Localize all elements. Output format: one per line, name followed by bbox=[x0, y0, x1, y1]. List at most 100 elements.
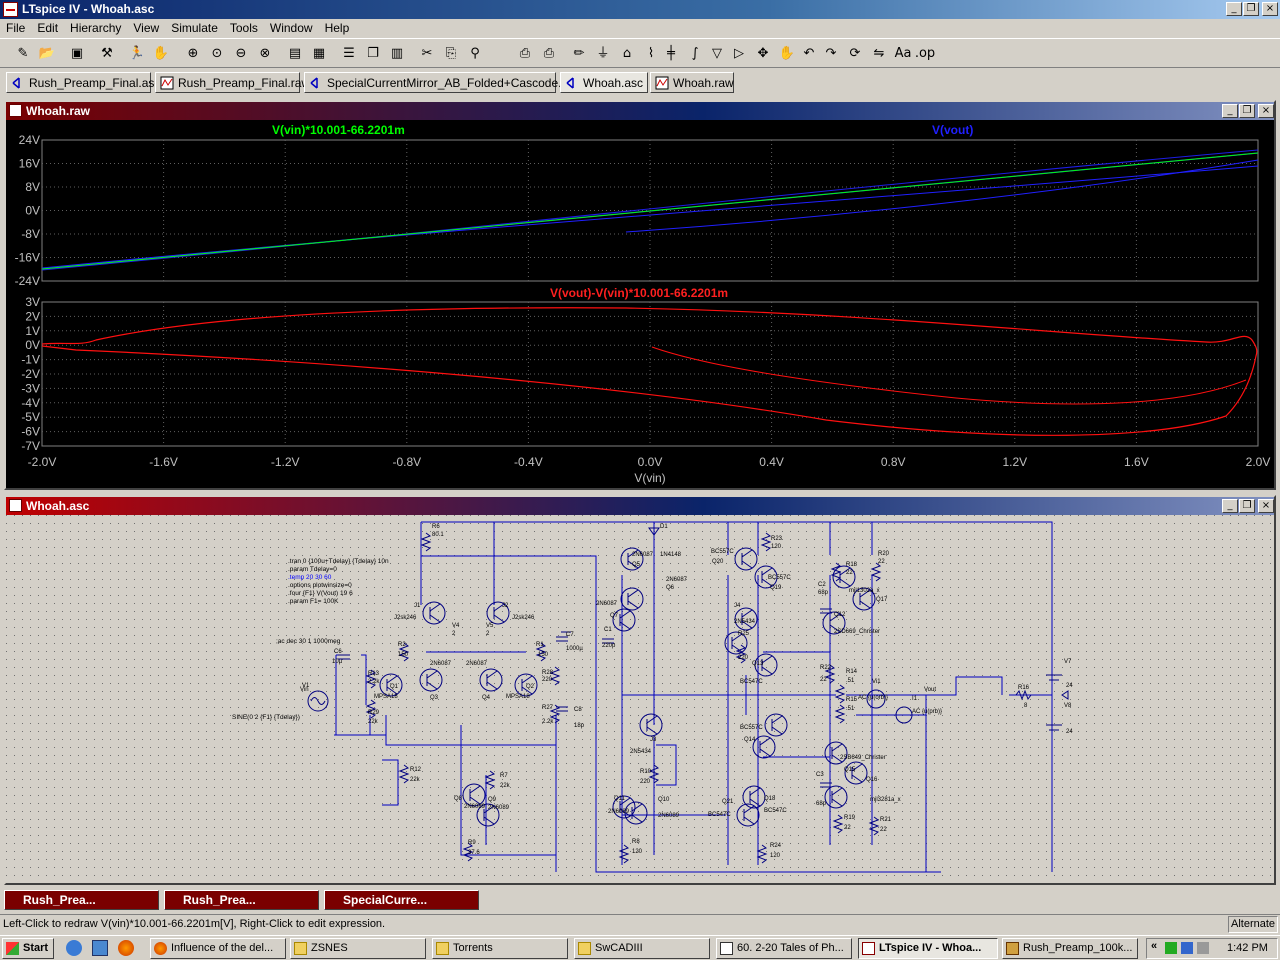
minimized-window[interactable]: Rush_Prea... bbox=[164, 890, 319, 910]
directive-line[interactable]: .four {F1} V(Vout) 19 6 bbox=[288, 590, 353, 597]
component-label[interactable]: Q21 bbox=[722, 799, 734, 805]
component-label[interactable]: 2N6087 bbox=[430, 661, 452, 667]
taskbar-item[interactable]: Influence of the del... bbox=[150, 938, 286, 959]
zoom-in-icon[interactable]: ⊕ bbox=[182, 43, 204, 65]
component-label[interactable]: R28 bbox=[542, 670, 554, 676]
component-label[interactable]: R20 bbox=[878, 551, 890, 557]
component-label[interactable]: R6 bbox=[432, 524, 440, 530]
cascade-icon[interactable]: ❐ bbox=[362, 43, 384, 65]
ie-quicklaunch-icon[interactable] bbox=[66, 940, 82, 956]
save-icon[interactable]: ▣ bbox=[66, 43, 88, 65]
component-label[interactable]: Q14 bbox=[744, 737, 756, 743]
tab-special-current-mirror[interactable]: SpecialCurrentMirror_AB_Folded+Cascode.a… bbox=[304, 72, 580, 93]
component-label[interactable]: 68p bbox=[818, 590, 829, 596]
component-label[interactable]: 22k bbox=[368, 719, 379, 725]
component-label[interactable]: BC557C bbox=[711, 549, 734, 555]
component-label[interactable]: .51 bbox=[846, 706, 855, 712]
component-label[interactable]: BC547C bbox=[740, 679, 763, 685]
taskbar-item[interactable]: 60. 2-20 Tales of Ph... bbox=[716, 938, 852, 959]
component-label[interactable]: 2SB649_Christer bbox=[840, 755, 886, 761]
component-label[interactable]: Vi1 bbox=[872, 679, 881, 685]
schematic-minimize-button[interactable]: _ bbox=[1222, 499, 1238, 513]
waveform-window-title-bar[interactable]: Whoah.raw bbox=[6, 102, 1274, 120]
waveform-restore-button[interactable]: ❐ bbox=[1239, 104, 1255, 118]
desktop-quicklaunch-icon[interactable] bbox=[92, 940, 108, 956]
component-label[interactable]: 2N6087 bbox=[666, 577, 688, 583]
component-label[interactable]: 2N5434 bbox=[734, 619, 756, 625]
component-label[interactable]: 150 bbox=[538, 652, 549, 658]
directive-line[interactable]: .options plotwinsize=0 bbox=[288, 582, 352, 589]
menu-edit[interactable]: Edit bbox=[31, 19, 64, 37]
firefox-quicklaunch-icon[interactable] bbox=[118, 940, 134, 956]
component-label[interactable]: C3 bbox=[816, 772, 824, 778]
schematic-canvas[interactable]: .tran 0 {100u+Tdelay} {Tdelay} 10n .para… bbox=[6, 515, 1274, 883]
label-net-icon[interactable]: ⌂ bbox=[616, 43, 638, 65]
pan-icon[interactable]: ⊙ bbox=[206, 43, 228, 65]
component-label[interactable]: Q17 bbox=[876, 597, 888, 603]
component-label[interactable]: Q3 bbox=[430, 695, 439, 701]
component-label[interactable]: 220 bbox=[738, 655, 749, 661]
component-label[interactable]: 68p bbox=[816, 801, 827, 807]
component-label[interactable]: 150 bbox=[398, 652, 409, 658]
directive-line[interactable]: .temp 20 30 60 bbox=[288, 574, 332, 581]
menu-help[interactable]: Help bbox=[319, 19, 356, 37]
component-label[interactable]: 80.1 bbox=[432, 532, 444, 538]
component-label[interactable]: mjl3281a_x bbox=[870, 797, 901, 803]
component-label[interactable]: 2.2k bbox=[542, 719, 554, 725]
spice-directive-icon[interactable]: .op bbox=[914, 43, 936, 65]
start-button[interactable]: Start bbox=[2, 938, 54, 959]
component-label[interactable]: 22 bbox=[878, 559, 885, 565]
component-label[interactable]: 2SD669_Christer bbox=[834, 629, 880, 635]
control-panel-icon[interactable]: ⚒ bbox=[96, 43, 118, 65]
waveform-minimize-button[interactable]: _ bbox=[1222, 104, 1238, 118]
component-label[interactable]: Q13 bbox=[752, 661, 764, 667]
tab-rush-preamp-raw[interactable]: Rush_Preamp_Final.raw bbox=[155, 72, 310, 93]
component-label[interactable]: Q1 bbox=[390, 684, 399, 690]
component-label[interactable]: 2.2k bbox=[368, 679, 380, 685]
component-label[interactable]: 2N6087 bbox=[466, 661, 488, 667]
component-label[interactable]: V5 bbox=[486, 623, 494, 629]
tab-whoah-raw[interactable]: Whoah.raw bbox=[650, 72, 734, 93]
waveform-plot-area[interactable]: V(vin)*10.001-66.2201m V(vout) 24V 16V 8V 0… bbox=[6, 120, 1274, 488]
component-label[interactable]: 1N4148 bbox=[660, 552, 682, 558]
minimize-button[interactable]: _ bbox=[1226, 2, 1242, 16]
component-label[interactable]: 18p bbox=[574, 723, 585, 729]
component-label[interactable]: R10 bbox=[640, 769, 652, 775]
component-label[interactable]: 120 bbox=[770, 853, 781, 859]
minimized-window[interactable]: SpecialCurre... bbox=[324, 890, 479, 910]
component-label[interactable]: C1 bbox=[604, 627, 612, 633]
component-label[interactable]: 22 bbox=[820, 677, 827, 683]
component-label[interactable]: C6 bbox=[334, 649, 342, 655]
component-label[interactable]: MPSA18 bbox=[506, 694, 530, 700]
component-label[interactable]: Q18 bbox=[764, 796, 776, 802]
menu-view[interactable]: View bbox=[127, 19, 165, 37]
component-label[interactable]: 10µ bbox=[332, 659, 343, 665]
capacitor-icon[interactable]: ╪ bbox=[660, 43, 682, 65]
component-label[interactable]: 2N6089 bbox=[608, 809, 630, 815]
restore-button[interactable]: ❐ bbox=[1243, 2, 1259, 16]
source-value[interactable]: SINE(0 2 {F1} {Tdelay}) bbox=[232, 714, 300, 721]
app-title-bar[interactable]: LTspice IV - Whoah.asc bbox=[0, 0, 1280, 19]
component-label[interactable]: AC {u(orb)} bbox=[858, 695, 888, 701]
schematic-close-button[interactable]: × bbox=[1258, 499, 1274, 513]
component-label[interactable]: 2N6089 bbox=[658, 813, 680, 819]
component-label[interactable]: Vin bbox=[300, 687, 309, 693]
component-label[interactable]: 220p bbox=[602, 643, 616, 649]
component-label[interactable]: 220 bbox=[542, 677, 553, 683]
zoom-out-icon[interactable]: ⊖ bbox=[230, 43, 252, 65]
component-label[interactable]: Q6 bbox=[666, 585, 675, 591]
new-schematic-icon[interactable]: ✎ bbox=[12, 43, 34, 65]
component-label[interactable]: 22 bbox=[844, 825, 851, 831]
component-label[interactable]: 2N6087 bbox=[632, 552, 654, 558]
component-label[interactable]: 37.6 bbox=[468, 850, 480, 856]
taskbar-item-active[interactable]: LTspice IV - Whoa... bbox=[858, 938, 998, 959]
component-label[interactable]: R12 bbox=[410, 767, 422, 773]
component-label[interactable]: BC547C bbox=[764, 808, 787, 814]
component-label[interactable]: R16 bbox=[1018, 685, 1030, 691]
component-label[interactable]: mjl1302a_x bbox=[849, 588, 880, 594]
component-label[interactable]: 22 bbox=[880, 827, 887, 833]
component-label[interactable]: Q15 bbox=[844, 767, 856, 773]
taskbar-item[interactable]: ZSNES bbox=[290, 938, 426, 959]
component-label[interactable]: Q20 bbox=[712, 559, 724, 565]
pick-trace-icon[interactable]: ▦ bbox=[308, 43, 330, 65]
